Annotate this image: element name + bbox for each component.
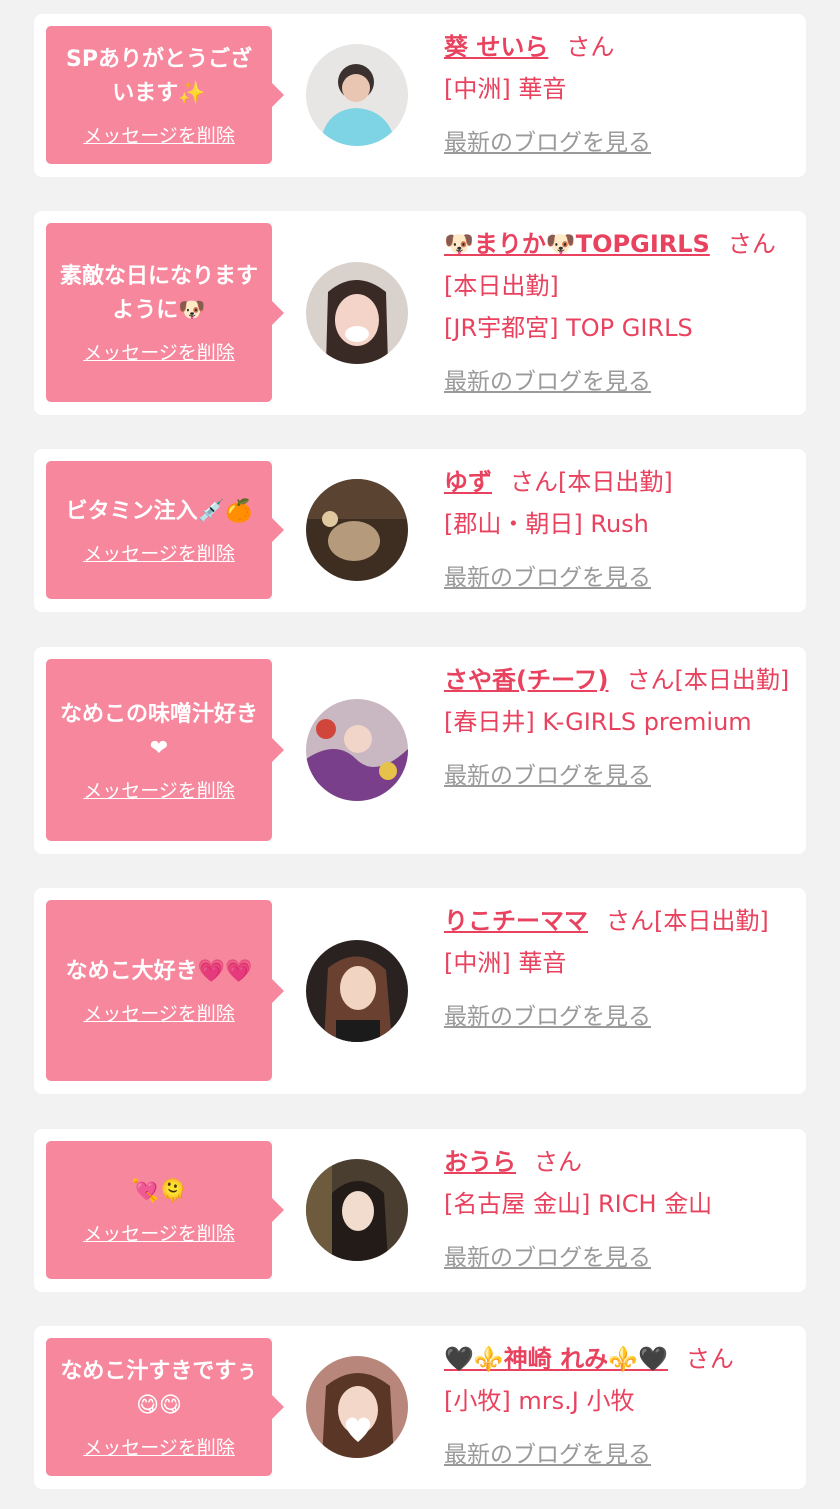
delete-message-link[interactable]: メッセージを削除 <box>83 1219 235 1246</box>
sender-name-link[interactable]: 🖤⚜️神崎 れみ⚜️🖤 <box>444 1345 668 1373</box>
shop-name: [JR宇都宮] TOP GIRLS <box>444 314 693 342</box>
message-card: 💘🫠 メッセージを削除 おうら さん [名古屋 金山] RICH 金山 最新のブロ… <box>34 1129 806 1292</box>
message-card: 素敵な日になりますように🐶 メッセージを削除 🐶まりか🐶TOPGIRLS さん [本… <box>34 211 806 415</box>
shop-name: [小牧] mrs.J 小牧 <box>444 1387 635 1415</box>
delete-message-link[interactable]: メッセージを削除 <box>83 539 235 566</box>
latest-blog-link[interactable]: 最新のブログを見る <box>444 755 651 797</box>
shop-name: [春日井] K-GIRLS premium <box>444 708 752 736</box>
message-card: なめこ大好き💗💗 メッセージを削除 りこチーママ さん[本日出勤] [中洲] 華音… <box>34 888 806 1094</box>
sender-info: さや香(チーフ) さん[本日出勤] [春日井] K-GIRLS premium 最… <box>444 659 792 797</box>
message-text: SPありがとうございます✨ <box>66 46 252 106</box>
shop-name: [名古屋 金山] RICH 金山 <box>444 1190 713 1218</box>
latest-blog-link[interactable]: 最新のブログを見る <box>444 1237 651 1279</box>
sender-info: おうら さん [名古屋 金山] RICH 金山 最新のブログを見る <box>444 1141 792 1279</box>
shop-name: [中洲] 華音 <box>444 75 567 103</box>
message-text: なめこの味噌汁好き❤ <box>59 701 258 761</box>
message-card: なめこの味噌汁好き❤ メッセージを削除 さや香(チーフ) さん[本日出勤] [春日… <box>34 647 806 854</box>
sender-info: りこチーママ さん[本日出勤] [中洲] 華音 最新のブログを見る <box>444 900 792 1038</box>
work-status: [本日出勤] <box>444 272 559 300</box>
sender-info: 葵 せいら さん [中洲] 華音 最新のブログを見る <box>444 26 792 164</box>
delete-message-link[interactable]: メッセージを削除 <box>83 776 235 803</box>
delete-message-link[interactable]: メッセージを削除 <box>83 121 235 148</box>
message-text: ビタミン注入💉🍊 <box>65 498 253 524</box>
message-bubble: なめこ汁すきですぅ😋😋 メッセージを削除 <box>46 1338 284 1476</box>
delete-message-link[interactable]: メッセージを削除 <box>83 999 235 1026</box>
honorific: さん <box>626 666 675 694</box>
latest-blog-link[interactable]: 最新のブログを見る <box>444 122 651 164</box>
avatar[interactable] <box>306 479 408 581</box>
sender-info: 🐶まりか🐶TOPGIRLS さん[本日出勤] [JR宇都宮] TOP GIRLS … <box>444 223 792 403</box>
honorific: さん <box>534 1148 582 1176</box>
message-bubble: SPありがとうございます✨ メッセージを削除 <box>46 26 284 164</box>
honorific: さん <box>727 230 776 258</box>
message-bubble: なめこ大好き💗💗 メッセージを削除 <box>46 900 284 1081</box>
delete-message-link[interactable]: メッセージを削除 <box>83 338 235 365</box>
sender-name-link[interactable]: ゆず <box>444 468 492 496</box>
avatar[interactable] <box>306 940 408 1042</box>
message-text: なめこ汁すきですぅ😋😋 <box>60 1358 258 1418</box>
latest-blog-link[interactable]: 最新のブログを見る <box>444 557 651 599</box>
sender-name-link[interactable]: りこチーママ <box>444 907 588 935</box>
avatar[interactable] <box>306 262 408 364</box>
sender-name-link[interactable]: さや香(チーフ) <box>444 666 609 694</box>
message-text: 素敵な日になりますように🐶 <box>59 264 258 323</box>
latest-blog-link[interactable]: 最新のブログを見る <box>444 361 651 403</box>
latest-blog-link[interactable]: 最新のブログを見る <box>444 1434 651 1476</box>
sender-name-link[interactable]: おうら <box>444 1148 516 1176</box>
sender-name-link[interactable]: 🐶まりか🐶TOPGIRLS <box>444 230 710 258</box>
latest-blog-link[interactable]: 最新のブログを見る <box>444 996 651 1038</box>
avatar[interactable] <box>306 1159 408 1261</box>
honorific: さん <box>685 1345 734 1373</box>
shop-name: [郡山・朝日] Rush <box>444 510 649 538</box>
message-list: SPありがとうございます✨ メッセージを削除 葵 せいら さん [中洲] 華音 最… <box>0 0 840 1509</box>
honorific: さん <box>566 33 615 61</box>
avatar[interactable] <box>306 1356 408 1458</box>
avatar[interactable] <box>306 44 408 146</box>
message-card: SPありがとうございます✨ メッセージを削除 葵 せいら さん [中洲] 華音 最… <box>34 14 806 177</box>
message-bubble: 💘🫠 メッセージを削除 <box>46 1141 284 1279</box>
message-bubble: ビタミン注入💉🍊 メッセージを削除 <box>46 461 284 599</box>
work-status: [本日出勤] <box>654 907 769 935</box>
sender-name-link[interactable]: 葵 せいら <box>444 33 548 61</box>
honorific: さん <box>606 907 654 935</box>
message-bubble: なめこの味噌汁好き❤ メッセージを削除 <box>46 659 284 841</box>
shop-name: [中洲] 華音 <box>444 949 567 977</box>
sender-info: ゆず さん[本日出勤] [郡山・朝日] Rush 最新のブログを見る <box>444 461 792 599</box>
honorific: さん <box>510 468 558 496</box>
message-text: 💘🫠 <box>131 1178 187 1204</box>
work-status: [本日出勤] <box>674 666 790 694</box>
message-bubble: 素敵な日になりますように🐶 メッセージを削除 <box>46 223 284 402</box>
message-card: なめこ汁すきですぅ😋😋 メッセージを削除 🖤⚜️神崎 れみ⚜️🖤 さん [小牧] … <box>34 1326 806 1489</box>
work-status: [本日出勤] <box>558 468 673 496</box>
message-card: ビタミン注入💉🍊 メッセージを削除 ゆず さん[本日出勤] [郡山・朝日] Rus… <box>34 449 806 612</box>
sender-info: 🖤⚜️神崎 れみ⚜️🖤 さん [小牧] mrs.J 小牧 最新のブログを見る <box>444 1338 792 1476</box>
avatar[interactable] <box>306 699 408 801</box>
message-text: なめこ大好き💗💗 <box>65 959 253 984</box>
delete-message-link[interactable]: メッセージを削除 <box>83 1433 235 1460</box>
